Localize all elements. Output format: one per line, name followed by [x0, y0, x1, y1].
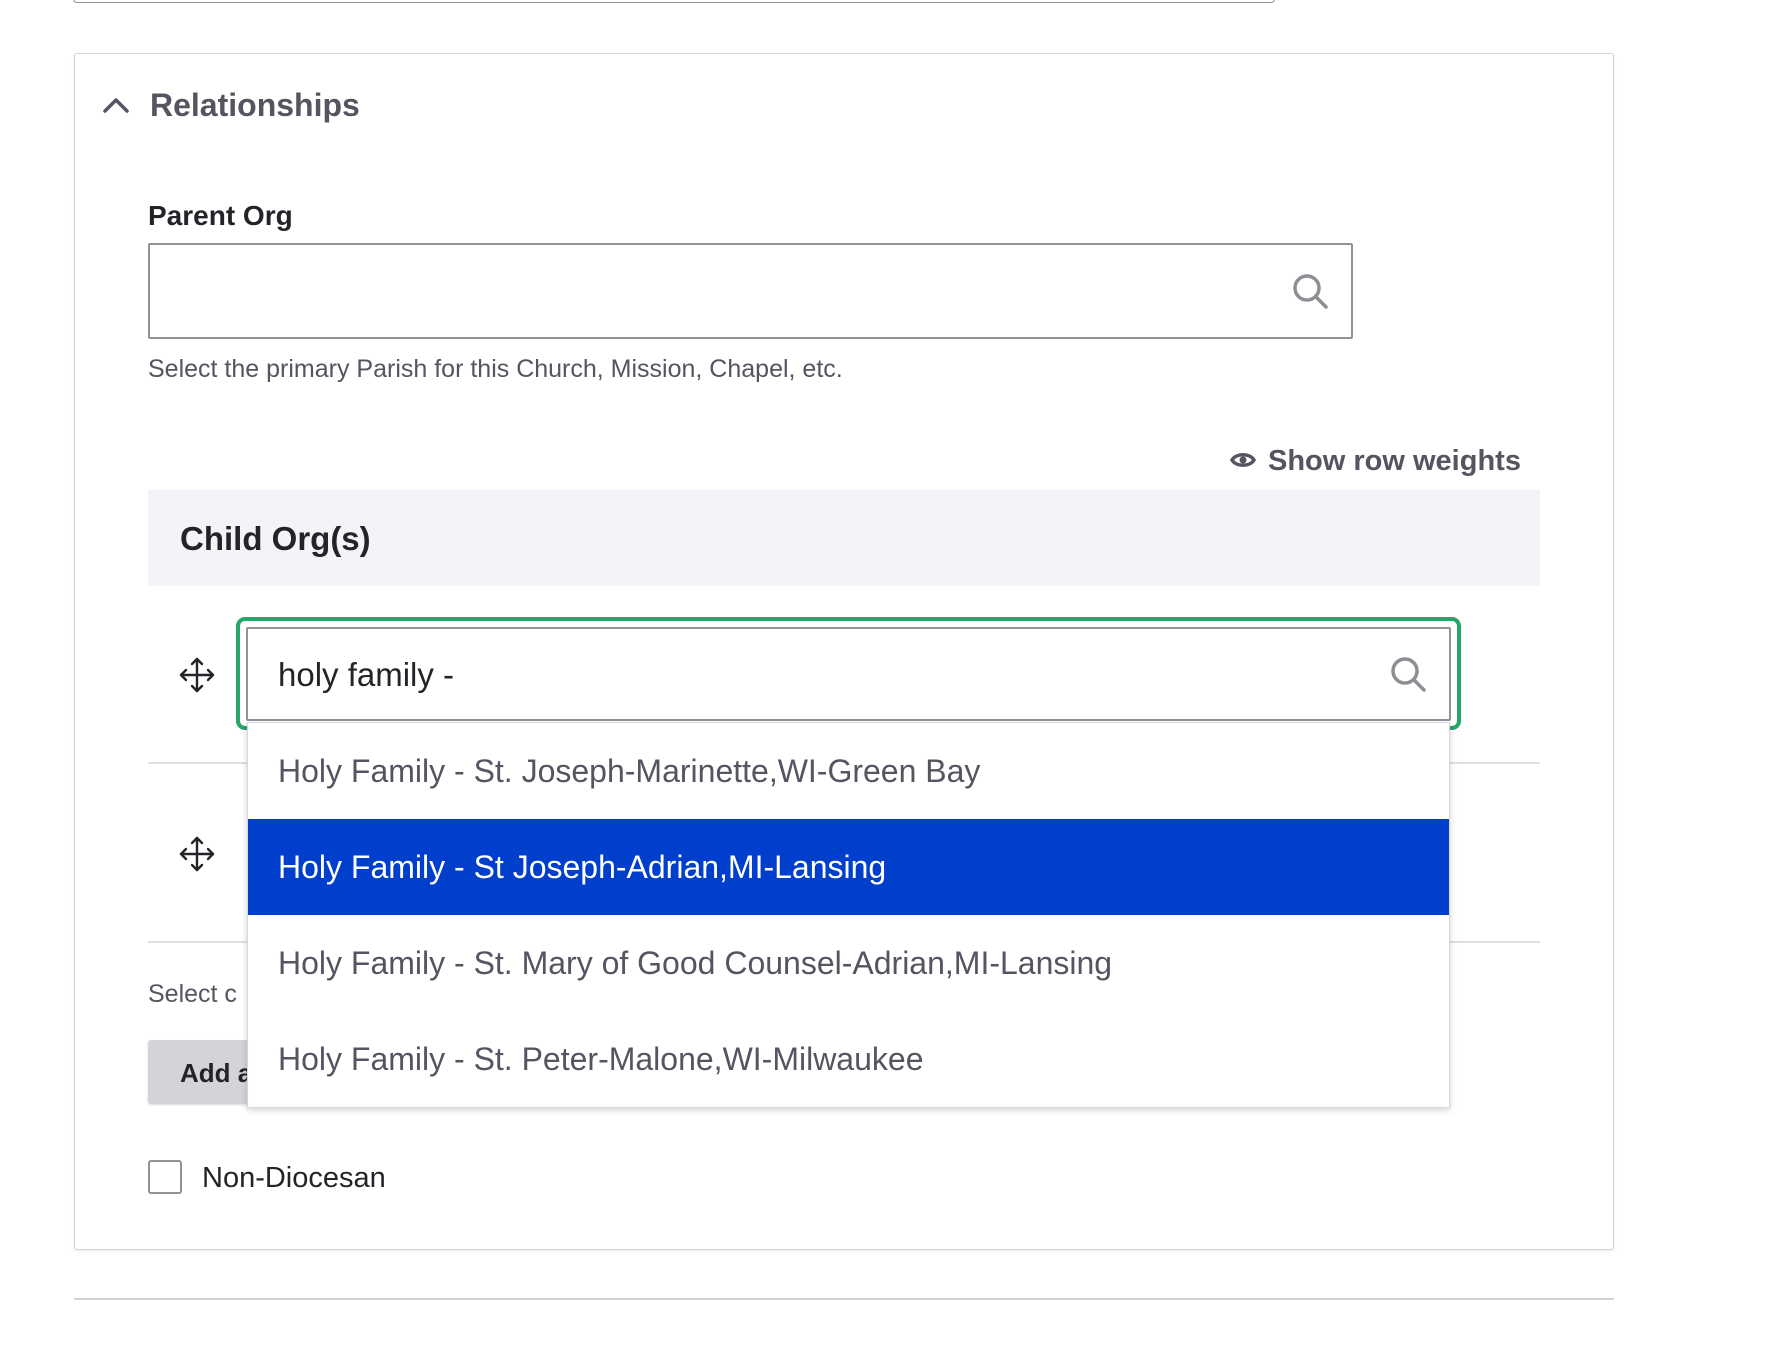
search-icon — [1388, 654, 1428, 694]
autocomplete-option[interactable]: Holy Family - St. Mary of Good Counsel-A… — [248, 915, 1449, 1011]
parent-org-description: Select the primary Parish for this Churc… — [148, 355, 843, 383]
chevron-up-icon — [100, 89, 132, 121]
eye-icon — [1229, 445, 1257, 478]
non-diocesan-label[interactable]: Non-Diocesan — [202, 1162, 386, 1195]
child-org-input-value: holy family - — [278, 656, 455, 693]
parent-org-label: Parent Org — [148, 200, 293, 231]
child-org-input[interactable]: holy family - — [246, 627, 1451, 721]
add-button-label: Add a — [180, 1058, 253, 1088]
search-icon — [1290, 271, 1330, 311]
child-orgs-title: Child Org(s) — [180, 520, 371, 557]
child-orgs-description: Select c — [148, 980, 237, 1008]
drag-handle-icon[interactable] — [177, 655, 217, 695]
show-row-weights-label: Show row weights — [1268, 445, 1521, 477]
relationships-summary[interactable]: Relationships — [100, 80, 360, 130]
section-divider — [74, 1298, 1614, 1300]
previous-field-edge — [73, 0, 1275, 3]
show-row-weights-button[interactable]: Show row weights — [1229, 445, 1521, 478]
child-orgs-header: Child Org(s) — [148, 490, 1540, 586]
parent-org-input[interactable] — [148, 243, 1353, 339]
autocomplete-option-active[interactable]: Holy Family - St Joseph-Adrian,MI-Lansin… — [248, 819, 1449, 915]
drag-handle-icon[interactable] — [177, 834, 217, 874]
autocomplete-option[interactable]: Holy Family - St. Joseph-Marinette,WI-Gr… — [248, 723, 1449, 819]
autocomplete-option[interactable]: Holy Family - St. Peter-Malone,WI-Milwau… — [248, 1011, 1449, 1107]
non-diocesan-checkbox[interactable] — [148, 1160, 182, 1194]
autocomplete-dropdown: Holy Family - St. Joseph-Marinette,WI-Gr… — [247, 722, 1450, 1108]
section-title: Relationships — [150, 86, 360, 123]
add-another-item-button[interactable]: Add a — [148, 1040, 258, 1104]
